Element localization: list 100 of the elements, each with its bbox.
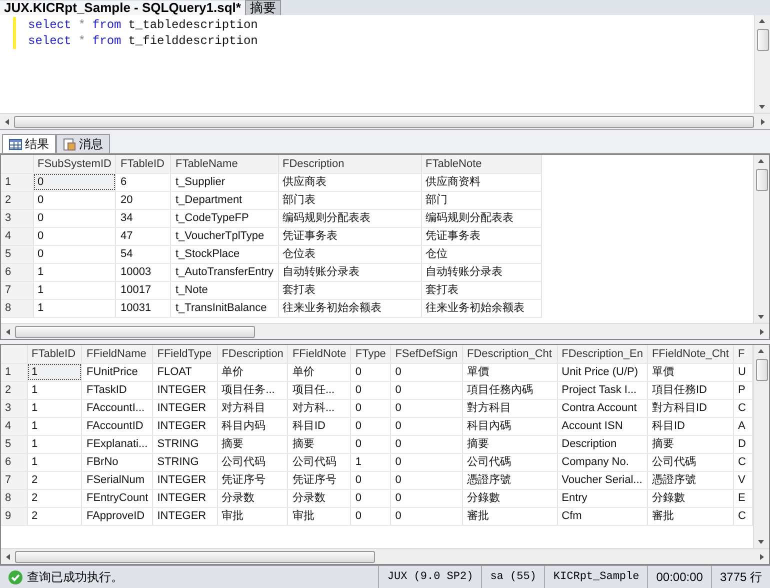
user-info: sa (55) bbox=[481, 566, 544, 588]
status-message: 查询已成功执行。 bbox=[27, 569, 123, 586]
table-cell: 1 bbox=[27, 399, 82, 417]
scroll-up-arrow-icon[interactable] bbox=[757, 158, 765, 164]
table-cell: 0 bbox=[390, 399, 462, 417]
table-cell: 2 bbox=[27, 489, 82, 507]
table-cell: t_Note bbox=[170, 281, 278, 299]
row-number[interactable]: 6 bbox=[1, 453, 28, 471]
table-cell: 1 bbox=[27, 381, 82, 399]
table-cell: FExplanati... bbox=[82, 435, 153, 453]
table-cell: 自动转账分录表 bbox=[278, 263, 421, 281]
scroll-right-arrow-icon[interactable] bbox=[760, 118, 766, 126]
document-tab[interactable]: 摘要 bbox=[244, 0, 281, 15]
row-number[interactable]: 2 bbox=[1, 191, 33, 209]
column-header[interactable]: FTableName bbox=[170, 155, 278, 173]
column-header[interactable]: FTableID bbox=[27, 345, 82, 363]
row-number[interactable]: 7 bbox=[1, 471, 28, 489]
changed-line-marker bbox=[13, 17, 16, 49]
table-cell: 項目任務內碼 bbox=[462, 381, 558, 399]
row-number[interactable]: 2 bbox=[1, 381, 28, 399]
table-cell: t_CodeTypeFP bbox=[170, 209, 278, 227]
table-cell: FTaskID bbox=[82, 381, 153, 399]
table-cell: INTEGER bbox=[152, 399, 218, 417]
table-cell: 供应商资料 bbox=[421, 173, 541, 191]
table-cell: 科目ID bbox=[647, 417, 734, 435]
table-cell: INTEGER bbox=[152, 471, 218, 489]
table-cell: STRING bbox=[152, 435, 218, 453]
scroll-up-arrow-icon[interactable] bbox=[758, 18, 766, 24]
column-header[interactable]: FFieldNote_Cht bbox=[647, 345, 734, 363]
scroll-right-arrow-icon[interactable] bbox=[759, 552, 765, 560]
column-header[interactable]: FType bbox=[350, 345, 391, 363]
row-number[interactable]: 5 bbox=[1, 435, 28, 453]
table-cell: 仓位 bbox=[421, 245, 541, 263]
table-cell: 单价 bbox=[288, 363, 351, 381]
row-number[interactable]: 4 bbox=[1, 417, 28, 435]
table-cell: 0 bbox=[390, 453, 462, 471]
scrollbar-thumb[interactable] bbox=[756, 359, 768, 381]
row-number[interactable]: 6 bbox=[1, 263, 33, 281]
table-cell: t_AutoTransferEntry bbox=[170, 263, 278, 281]
column-header[interactable]: FDescription bbox=[217, 345, 288, 363]
table-cell: 1 bbox=[27, 453, 82, 471]
table-cell: 0 bbox=[390, 363, 462, 381]
table-cell: 審批 bbox=[647, 507, 734, 525]
table-cell: Contra Account bbox=[557, 399, 648, 417]
scroll-left-arrow-icon[interactable] bbox=[4, 118, 10, 126]
scrollbar-thumb[interactable] bbox=[756, 29, 768, 51]
row-number[interactable]: 3 bbox=[1, 209, 33, 227]
result-tab[interactable]: 结果 bbox=[2, 134, 56, 153]
table-cell: 公司代碼 bbox=[647, 453, 734, 471]
row-number[interactable]: 1 bbox=[1, 173, 33, 191]
table-cell: 凭证事务表 bbox=[278, 227, 421, 245]
scroll-down-arrow-icon[interactable] bbox=[758, 104, 766, 110]
scrollbar-thumb[interactable] bbox=[15, 326, 255, 338]
scroll-right-arrow-icon[interactable] bbox=[759, 328, 765, 336]
column-header[interactable]: FDescription bbox=[278, 155, 421, 173]
column-header[interactable]: FFieldName bbox=[82, 345, 153, 363]
table-cell: INTEGER bbox=[152, 507, 218, 525]
scrollbar-thumb[interactable] bbox=[756, 169, 768, 191]
row-number[interactable]: 8 bbox=[1, 299, 33, 317]
table-cell: FLOAT bbox=[152, 363, 218, 381]
scroll-down-arrow-icon[interactable] bbox=[757, 314, 765, 320]
scroll-up-arrow-icon[interactable] bbox=[757, 348, 765, 354]
table-cell: 0 bbox=[350, 381, 391, 399]
row-number[interactable]: 9 bbox=[1, 507, 28, 525]
row-number[interactable]: 3 bbox=[1, 399, 28, 417]
scroll-left-arrow-icon[interactable] bbox=[5, 552, 11, 560]
row-number[interactable]: 5 bbox=[1, 245, 33, 263]
scrollbar-thumb[interactable] bbox=[15, 550, 375, 562]
column-header[interactable]: FSefDefSign bbox=[390, 345, 462, 363]
column-header[interactable]: FTableID bbox=[116, 155, 171, 173]
result-tab[interactable]: 消息 bbox=[56, 134, 110, 153]
table-cell: 摘要 bbox=[647, 435, 734, 453]
table-cell: 0 bbox=[350, 363, 391, 381]
column-header[interactable]: FTableNote bbox=[421, 155, 541, 173]
scroll-down-arrow-icon[interactable] bbox=[757, 539, 765, 545]
scrollbar-thumb[interactable] bbox=[14, 116, 754, 128]
column-header[interactable]: FSubSystemID bbox=[33, 155, 116, 173]
table-cell: 分錄數 bbox=[462, 489, 558, 507]
document-tab[interactable]: JUX.KICRpt_Sample - SQLQuery1.sql* bbox=[0, 1, 245, 15]
table-cell: 套打表 bbox=[278, 281, 421, 299]
column-header[interactable]: FDescription_Cht bbox=[462, 345, 558, 363]
row-number[interactable]: 8 bbox=[1, 489, 28, 507]
table-cell: 10003 bbox=[116, 263, 171, 281]
scroll-left-arrow-icon[interactable] bbox=[5, 328, 11, 336]
table-cell: 10017 bbox=[116, 281, 171, 299]
table-cell: 0 bbox=[390, 507, 462, 525]
table-cell: 單價 bbox=[462, 363, 558, 381]
column-header[interactable]: FFieldNote bbox=[288, 345, 351, 363]
column-header[interactable]: FFieldType bbox=[152, 345, 218, 363]
column-header[interactable]: FDescription_En bbox=[557, 345, 648, 363]
code-line: select * from t_tabledescription bbox=[28, 17, 259, 33]
row-number[interactable]: 1 bbox=[1, 363, 28, 381]
table-cell: 凭证序号 bbox=[217, 471, 288, 489]
row-number[interactable]: 7 bbox=[1, 281, 33, 299]
row-number[interactable]: 4 bbox=[1, 227, 33, 245]
table-cell: 部门表 bbox=[278, 191, 421, 209]
column-header[interactable]: F bbox=[734, 345, 752, 363]
grid-icon bbox=[9, 138, 22, 150]
table-cell: 項目任務ID bbox=[647, 381, 734, 399]
table-cell: FApproveID bbox=[82, 507, 153, 525]
